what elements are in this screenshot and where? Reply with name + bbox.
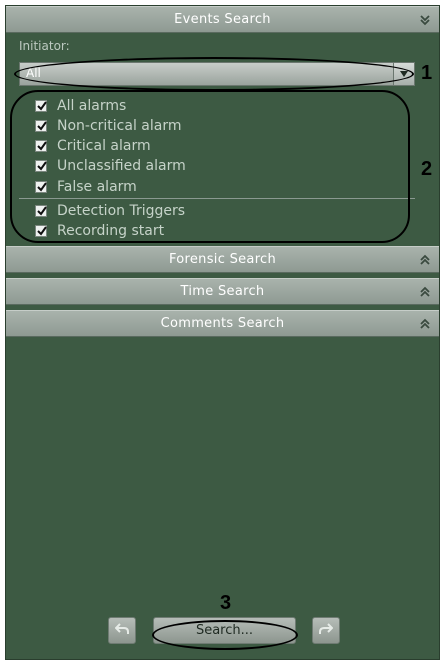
forward-button[interactable] — [312, 617, 340, 644]
checkbox-checked-icon[interactable] — [35, 225, 47, 237]
checkbox-label: Detection Triggers — [57, 203, 186, 219]
checkbox-checked-icon[interactable] — [35, 160, 47, 172]
undo-arrow-icon — [114, 621, 129, 640]
callout-number-2: 2 — [421, 158, 433, 180]
events-search-title: Events Search — [174, 12, 271, 27]
checkbox-group-divider — [19, 198, 415, 199]
comments-search-header[interactable]: Comments Search — [6, 310, 439, 337]
initiator-select-value: All — [26, 66, 41, 80]
checkbox-checked-icon[interactable] — [35, 181, 47, 193]
callout-number-1: 1 — [421, 62, 433, 84]
forensic-search-title: Forensic Search — [168, 252, 277, 267]
checkbox-label: Recording start — [57, 223, 165, 239]
checkbox-critical-alarm[interactable]: Critical alarm — [35, 136, 151, 156]
checkbox-non-critical-alarm[interactable]: Non-critical alarm — [35, 116, 182, 136]
search-panel: Events Search Initiator: All All alarms … — [5, 5, 440, 660]
checkbox-label: All alarms — [57, 98, 127, 114]
checkbox-label: Non-critical alarm — [57, 118, 182, 134]
checkbox-checked-icon[interactable] — [35, 140, 47, 152]
checkbox-unclassified-alarm[interactable]: Unclassified alarm — [35, 156, 186, 176]
expand-chevron-icon[interactable] — [417, 311, 433, 336]
time-search-header[interactable]: Time Search — [6, 278, 439, 305]
dropdown-arrow-icon[interactable] — [393, 63, 414, 85]
collapse-chevron-icon[interactable] — [417, 7, 433, 32]
back-button[interactable] — [108, 617, 136, 644]
checkbox-checked-icon[interactable] — [35, 205, 47, 217]
comments-search-title: Comments Search — [160, 316, 285, 331]
checkbox-label: Critical alarm — [57, 138, 151, 154]
expand-chevron-icon[interactable] — [417, 247, 433, 272]
checkbox-checked-icon[interactable] — [35, 100, 47, 112]
checkbox-all-alarms[interactable]: All alarms — [35, 96, 126, 116]
checkbox-false-alarm[interactable]: False alarm — [35, 177, 137, 197]
forensic-search-header[interactable]: Forensic Search — [6, 246, 439, 273]
events-search-header[interactable]: Events Search — [6, 6, 439, 33]
checkbox-checked-icon[interactable] — [35, 120, 47, 132]
redo-arrow-icon — [319, 621, 334, 640]
search-button-label: Search... — [195, 623, 254, 638]
search-button[interactable]: Search... — [153, 617, 296, 644]
checkbox-detection-triggers[interactable]: Detection Triggers — [35, 201, 185, 221]
initiator-label: Initiator: — [19, 39, 70, 53]
expand-chevron-icon[interactable] — [417, 279, 433, 304]
initiator-select[interactable]: All — [19, 62, 415, 86]
checkbox-recording-start[interactable]: Recording start — [35, 221, 164, 241]
checkbox-label: False alarm — [57, 179, 137, 195]
checkbox-label: Unclassified alarm — [57, 158, 186, 174]
callout-number-3: 3 — [220, 592, 232, 614]
time-search-title: Time Search — [180, 284, 265, 299]
